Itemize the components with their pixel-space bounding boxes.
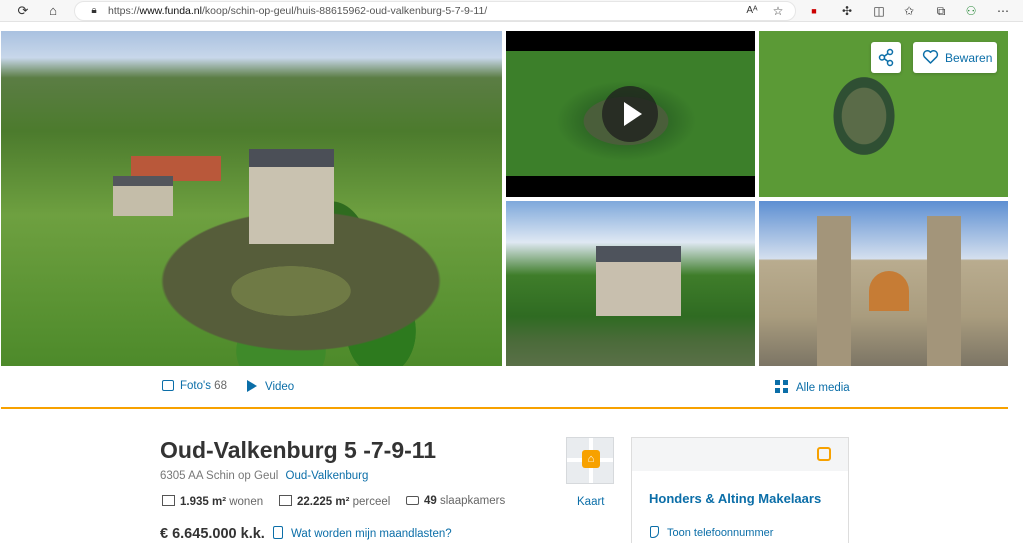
gate-photo[interactable] xyxy=(759,201,1008,366)
main-photo[interactable] xyxy=(1,31,502,366)
save-button[interactable]: Bewaren xyxy=(913,42,997,73)
video-thumbnail[interactable] xyxy=(506,31,755,197)
gate-pillar xyxy=(927,216,961,366)
calculator-icon xyxy=(273,526,283,539)
favorites-icon[interactable]: ✩ xyxy=(900,2,918,20)
divider xyxy=(1,407,1008,409)
lock-icon[interactable]: 🔒︎ xyxy=(85,2,103,20)
neighbourhood-link[interactable]: Oud-Valkenburg xyxy=(286,470,369,482)
living-area: 1.935 m² wonen xyxy=(162,495,263,508)
collections-icon[interactable]: ⧉ xyxy=(932,2,950,20)
photos-link[interactable]: Foto's 68 xyxy=(162,380,227,392)
castle-annex xyxy=(113,176,173,216)
url-text: https://www.funda.nl/koop/schin-op-geul/… xyxy=(108,5,488,17)
bedrooms: 49 slaapkamers xyxy=(406,495,505,507)
home-icon[interactable]: ⌂ xyxy=(44,2,62,20)
share-button[interactable] xyxy=(871,42,901,73)
heart-icon xyxy=(922,50,939,64)
price: € 6.645.000 k.k. xyxy=(160,526,265,542)
living-area-icon xyxy=(162,495,175,506)
agent-logo-icon xyxy=(817,447,831,461)
refresh-icon[interactable]: ⟳ xyxy=(14,2,32,20)
extension-icon[interactable]: ■ xyxy=(805,2,823,20)
map-link[interactable]: Kaart xyxy=(577,496,605,508)
phone-icon xyxy=(650,526,659,538)
bed-icon xyxy=(406,496,419,505)
photos-label: Foto's xyxy=(180,380,211,392)
postcode-city: 6305 AA Schin op Geul xyxy=(160,470,279,482)
show-phone-link[interactable]: Toon telefoonnummer xyxy=(650,526,773,539)
home-pin-icon: ⌂ xyxy=(582,450,600,468)
profile-icon[interactable]: ⚇ xyxy=(962,2,980,20)
all-media-label: Alle media xyxy=(796,382,850,394)
grid-icon xyxy=(775,380,788,393)
all-media-link[interactable]: Alle media xyxy=(775,380,850,394)
castle-building xyxy=(596,246,681,316)
play-icon[interactable] xyxy=(602,86,658,142)
listing-address: 6305 AA Schin op Geul Oud-Valkenburg xyxy=(160,470,368,482)
video-label: Video xyxy=(265,381,295,393)
agent-card-header xyxy=(632,438,848,471)
share-icon xyxy=(878,48,894,67)
photos-count: 68 xyxy=(214,380,227,392)
play-outline-icon xyxy=(247,380,257,392)
video-link[interactable]: Video xyxy=(247,380,294,393)
address-bar[interactable]: 🔒︎ https://www.funda.nl/koop/schin-op-ge… xyxy=(74,1,796,21)
agent-card: Honders & Alting Makelaars Toon telefoon… xyxy=(631,437,849,543)
agent-name[interactable]: Honders & Alting Makelaars xyxy=(649,491,821,506)
extensions-puzzle-icon[interactable]: ✣ xyxy=(838,2,856,20)
map-thumbnail[interactable]: ⌂ xyxy=(566,437,614,484)
plot-area-icon xyxy=(279,495,292,506)
castle-building xyxy=(249,149,334,244)
browser-toolbar: ⟳ ⌂ 🔒︎ https://www.funda.nl/koop/schin-o… xyxy=(0,0,1023,22)
read-aloud-icon[interactable]: Aᴬ xyxy=(743,2,761,20)
photos-icon xyxy=(162,380,174,391)
monthly-costs-link[interactable]: Wat worden mijn maandlasten? xyxy=(273,526,452,540)
castle-photo[interactable] xyxy=(506,201,755,366)
plot-area: 22.225 m² perceel xyxy=(279,495,390,508)
listing-title: Oud-Valkenburg 5 -7-9-11 xyxy=(160,437,437,463)
save-label: Bewaren xyxy=(945,51,993,65)
split-screen-icon[interactable]: ◫ xyxy=(870,2,888,20)
gate-pillar xyxy=(817,216,851,366)
gate-arch xyxy=(869,271,909,311)
more-icon[interactable]: ⋯ xyxy=(994,2,1012,20)
favorite-star-icon[interactable]: ☆ xyxy=(769,2,787,20)
